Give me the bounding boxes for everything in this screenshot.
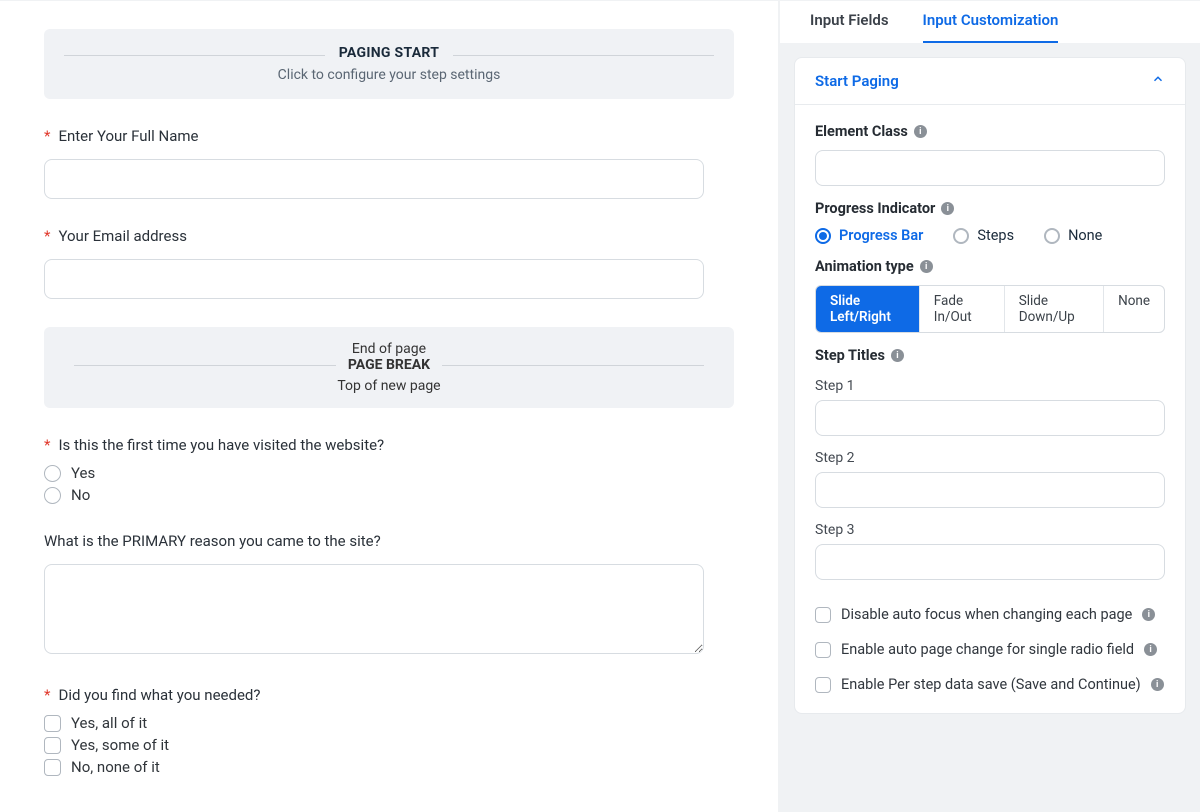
tab-input-customization[interactable]: Input Customization <box>923 11 1059 43</box>
animation-type-label: Animation type <box>815 258 914 275</box>
checkbox-enable-autochange[interactable]: Enable auto page change for single radio… <box>815 641 1165 658</box>
step-3-label: Step 3 <box>815 522 1165 538</box>
info-icon[interactable]: i <box>914 125 927 138</box>
field-email: *Your Email address <box>44 227 734 299</box>
element-class-input[interactable] <box>815 150 1165 186</box>
found-option-all[interactable]: Yes, all of it <box>44 714 734 732</box>
info-icon[interactable]: i <box>920 260 933 273</box>
element-class-label: Element Class <box>815 123 908 140</box>
field-found: *Did you find what you needed? Yes, all … <box>44 686 734 776</box>
primary-reason-textarea[interactable] <box>44 564 704 654</box>
panel-title: Start Paging <box>815 72 899 90</box>
field-primary-reason: What is the PRIMARY reason you came to t… <box>44 532 734 658</box>
step-1-label: Step 1 <box>815 378 1165 394</box>
form-canvas: PAGING START Click to configure your ste… <box>0 0 780 812</box>
email-input[interactable] <box>44 259 704 299</box>
primary-reason-label: What is the PRIMARY reason you came to t… <box>44 532 734 550</box>
panel-header[interactable]: Start Paging <box>795 58 1185 105</box>
page-break-banner[interactable]: End of page PAGE BREAK Top of new page <box>44 327 734 408</box>
page-break-top: End of page <box>58 341 720 357</box>
page-break-title: PAGE BREAK <box>336 357 442 373</box>
full-name-input[interactable] <box>44 159 704 199</box>
info-icon[interactable]: i <box>1151 678 1164 691</box>
animation-slide-du[interactable]: Slide Down/Up <box>1005 286 1104 332</box>
email-label: Your Email address <box>58 227 186 245</box>
progress-option-none[interactable]: None <box>1044 227 1102 244</box>
info-icon[interactable]: i <box>891 349 904 362</box>
field-first-visit: *Is this the first time you have visited… <box>44 436 734 504</box>
progress-indicator-label: Progress Indicator <box>815 200 935 217</box>
animation-none[interactable]: None <box>1104 286 1164 332</box>
checkbox-enable-perstep[interactable]: Enable Per step data save (Save and Cont… <box>815 676 1165 693</box>
step-3-input[interactable] <box>815 544 1165 580</box>
step-2-input[interactable] <box>815 472 1165 508</box>
paging-start-title: PAGING START <box>325 45 454 61</box>
found-option-some[interactable]: Yes, some of it <box>44 736 734 754</box>
field-full-name: *Enter Your Full Name <box>44 127 734 199</box>
first-visit-label: Is this the first time you have visited … <box>58 436 384 454</box>
info-icon[interactable]: i <box>1144 643 1157 656</box>
step-2-label: Step 2 <box>815 450 1165 466</box>
found-option-none[interactable]: No, none of it <box>44 758 734 776</box>
tab-input-fields[interactable]: Input Fields <box>810 11 889 43</box>
first-visit-option-no[interactable]: No <box>44 486 734 504</box>
checkbox-disable-autofocus[interactable]: Disable auto focus when changing each pa… <box>815 606 1165 623</box>
page-break-bottom: Top of new page <box>58 378 720 394</box>
animation-type-segmented: Slide Left/Right Fade In/Out Slide Down/… <box>815 285 1165 333</box>
step-titles-label: Step Titles <box>815 347 885 364</box>
info-icon[interactable]: i <box>941 202 954 215</box>
progress-option-steps[interactable]: Steps <box>953 227 1014 244</box>
animation-fade[interactable]: Fade In/Out <box>920 286 1005 332</box>
animation-slide-lr[interactable]: Slide Left/Right <box>816 286 920 332</box>
sidebar-tabs: Input Fields Input Customization <box>780 1 1200 43</box>
chevron-up-icon <box>1151 72 1165 90</box>
sidebar: Input Fields Input Customization Start P… <box>780 0 1200 812</box>
first-visit-option-yes[interactable]: Yes <box>44 464 734 482</box>
paging-start-subtitle: Click to configure your step settings <box>60 67 718 83</box>
info-icon[interactable]: i <box>1142 608 1155 621</box>
paging-start-banner[interactable]: PAGING START Click to configure your ste… <box>44 29 734 99</box>
found-label: Did you find what you needed? <box>58 686 260 704</box>
progress-option-bar[interactable]: Progress Bar <box>815 227 923 244</box>
full-name-label: Enter Your Full Name <box>58 127 198 145</box>
start-paging-panel: Start Paging Element Class i Progress In… <box>794 57 1186 714</box>
step-1-input[interactable] <box>815 400 1165 436</box>
